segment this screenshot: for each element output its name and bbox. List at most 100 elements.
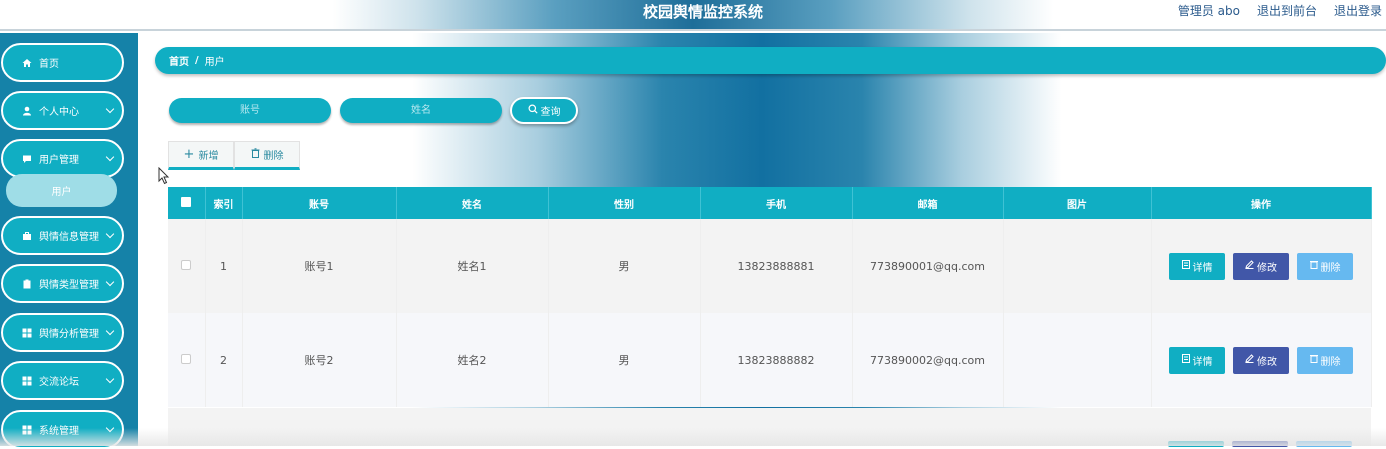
sidebar-item-user-management[interactable]: 用户管理 <box>1 139 124 178</box>
detail-button-label: 详情 <box>1192 262 1213 274</box>
delete-button[interactable]: 删除 <box>234 141 300 170</box>
plus-icon: + <box>183 147 195 162</box>
top-bar: 校园舆情监控系统 管理员 abo 退出到前台 退出登录 <box>0 0 1386 31</box>
breadcrumb-current: 用户 <box>204 57 225 68</box>
add-button-label: 新增 <box>198 151 219 162</box>
sidebar-item-label: 舆情分析管理 <box>39 329 99 340</box>
checkbox-icon <box>181 353 192 364</box>
cell-account: 账号1 <box>242 219 397 313</box>
cell-actions: 详情 修改 删除 <box>1151 313 1372 407</box>
chevron-down-icon <box>105 423 115 433</box>
sidebar-item-opinion-analysis[interactable]: 舆情分析管理 <box>1 313 124 352</box>
sidebar-item-label: 系统管理 <box>39 426 79 437</box>
cell-phone: 13823888882 <box>700 313 853 407</box>
chevron-down-icon <box>105 152 115 162</box>
column-header: 图片 <box>1003 187 1152 219</box>
grid-icon <box>22 425 32 435</box>
account-search-input[interactable] <box>169 98 331 123</box>
row-delete-button-label: 删除 <box>1320 356 1341 368</box>
detail-button[interactable]: 详情 <box>1169 252 1225 280</box>
search-icon <box>528 104 538 117</box>
sidebar-item-home[interactable]: 首页 <box>1 43 124 82</box>
column-header: 性别 <box>548 187 701 219</box>
grid-icon <box>22 328 32 338</box>
detail-button[interactable]: 详情 <box>1169 346 1225 374</box>
mouse-cursor-icon <box>158 167 170 185</box>
cell-image <box>1003 219 1152 313</box>
detail-button-label: 详情 <box>1192 356 1213 368</box>
users-table: 索引 账号 姓名 性别 手机 邮箱 图片 操作 1 账号1 姓名1 男 1382… <box>168 187 1372 407</box>
search-button[interactable]: 查询 <box>510 97 578 124</box>
name-search-input[interactable] <box>340 98 502 123</box>
chevron-down-icon <box>105 104 115 114</box>
user-icon <box>22 106 32 116</box>
checkbox-icon <box>181 259 192 270</box>
sidebar-item-system[interactable]: 系统管理 <box>1 410 124 449</box>
breadcrumb: 首页 / 用户 <box>155 47 1386 74</box>
sidebar-item-label: 舆情类型管理 <box>39 280 99 291</box>
pencil-icon <box>1245 354 1254 366</box>
clipboard-icon <box>22 279 32 289</box>
cell-index: 2 <box>205 313 243 407</box>
row-delete-button-label: 删除 <box>1320 262 1341 274</box>
top-right-links: 管理员 abo 退出到前台 退出登录 <box>1178 2 1382 19</box>
edit-button[interactable]: 修改 <box>1233 346 1289 374</box>
checkbox-icon <box>181 196 192 207</box>
document-icon <box>1181 260 1190 272</box>
logout-link[interactable]: 退出登录 <box>1334 2 1382 19</box>
column-header: 账号 <box>242 187 397 219</box>
column-header: 索引 <box>205 187 243 219</box>
pencil-icon <box>1245 260 1254 272</box>
select-all-checkbox[interactable] <box>168 187 206 219</box>
sidebar-item-opinion-info[interactable]: 舆情信息管理 <box>1 216 124 255</box>
search-button-label: 查询 <box>540 107 561 118</box>
exit-to-front-link[interactable]: 退出到前台 <box>1257 2 1317 19</box>
document-icon <box>1181 354 1190 366</box>
row-checkbox[interactable] <box>168 219 206 313</box>
column-header: 邮箱 <box>852 187 1004 219</box>
chat-icon <box>22 154 32 164</box>
sidebar-subitem-users[interactable]: 用户 <box>6 174 117 207</box>
breadcrumb-separator: / <box>195 55 199 66</box>
sidebar-item-opinion-type[interactable]: 舆情类型管理 <box>1 264 124 303</box>
column-header: 手机 <box>700 187 853 219</box>
delete-button-label: 删除 <box>263 151 284 162</box>
add-button[interactable]: + 新增 <box>168 141 234 170</box>
delete-button-partial[interactable] <box>1296 441 1352 447</box>
edit-button-label: 修改 <box>1257 356 1277 368</box>
trash-icon <box>1309 260 1318 272</box>
chevron-down-icon <box>105 229 115 239</box>
breadcrumb-home[interactable]: 首页 <box>169 53 189 68</box>
cell-actions: 详情 修改 删除 <box>1151 219 1372 313</box>
briefcase-icon <box>22 231 32 241</box>
cell-name: 姓名1 <box>396 219 549 313</box>
grid-icon <box>22 376 32 386</box>
table-row: 1 账号1 姓名1 男 13823888881 773890001@qq.com… <box>168 219 1372 313</box>
sidebar-item-label: 交流论坛 <box>39 377 79 388</box>
chevron-down-icon <box>105 326 115 336</box>
trash-icon <box>1309 354 1318 366</box>
edit-button-partial[interactable] <box>1232 441 1288 447</box>
chevron-down-icon <box>105 374 115 384</box>
row-delete-button[interactable]: 删除 <box>1297 252 1353 280</box>
user-label: 管理员 abo <box>1177 4 1240 18</box>
cell-email: 773890001@qq.com <box>852 219 1004 313</box>
sidebar-item-personal-center[interactable]: 个人中心 <box>1 91 124 130</box>
sidebar-item-label: 用户管理 <box>39 155 79 166</box>
row-delete-button[interactable]: 删除 <box>1297 346 1353 374</box>
cell-account: 账号2 <box>242 313 397 407</box>
sidebar-item-label: 首页 <box>39 59 59 70</box>
edit-button[interactable]: 修改 <box>1233 252 1289 280</box>
cell-image <box>1003 313 1152 407</box>
sidebar-item-forum[interactable]: 交流论坛 <box>1 361 124 400</box>
table-row: 2 账号2 姓名2 男 13823888882 773890002@qq.com… <box>168 313 1372 407</box>
edit-button-label: 修改 <box>1257 262 1277 274</box>
cell-gender: 男 <box>548 313 701 407</box>
detail-button-partial[interactable] <box>1168 441 1224 447</box>
home-icon <box>22 58 32 68</box>
chevron-down-icon <box>105 277 115 287</box>
column-header: 姓名 <box>396 187 549 219</box>
cell-name: 姓名2 <box>396 313 549 407</box>
table-header-row: 索引 账号 姓名 性别 手机 邮箱 图片 操作 <box>168 187 1372 219</box>
row-checkbox[interactable] <box>168 313 206 407</box>
